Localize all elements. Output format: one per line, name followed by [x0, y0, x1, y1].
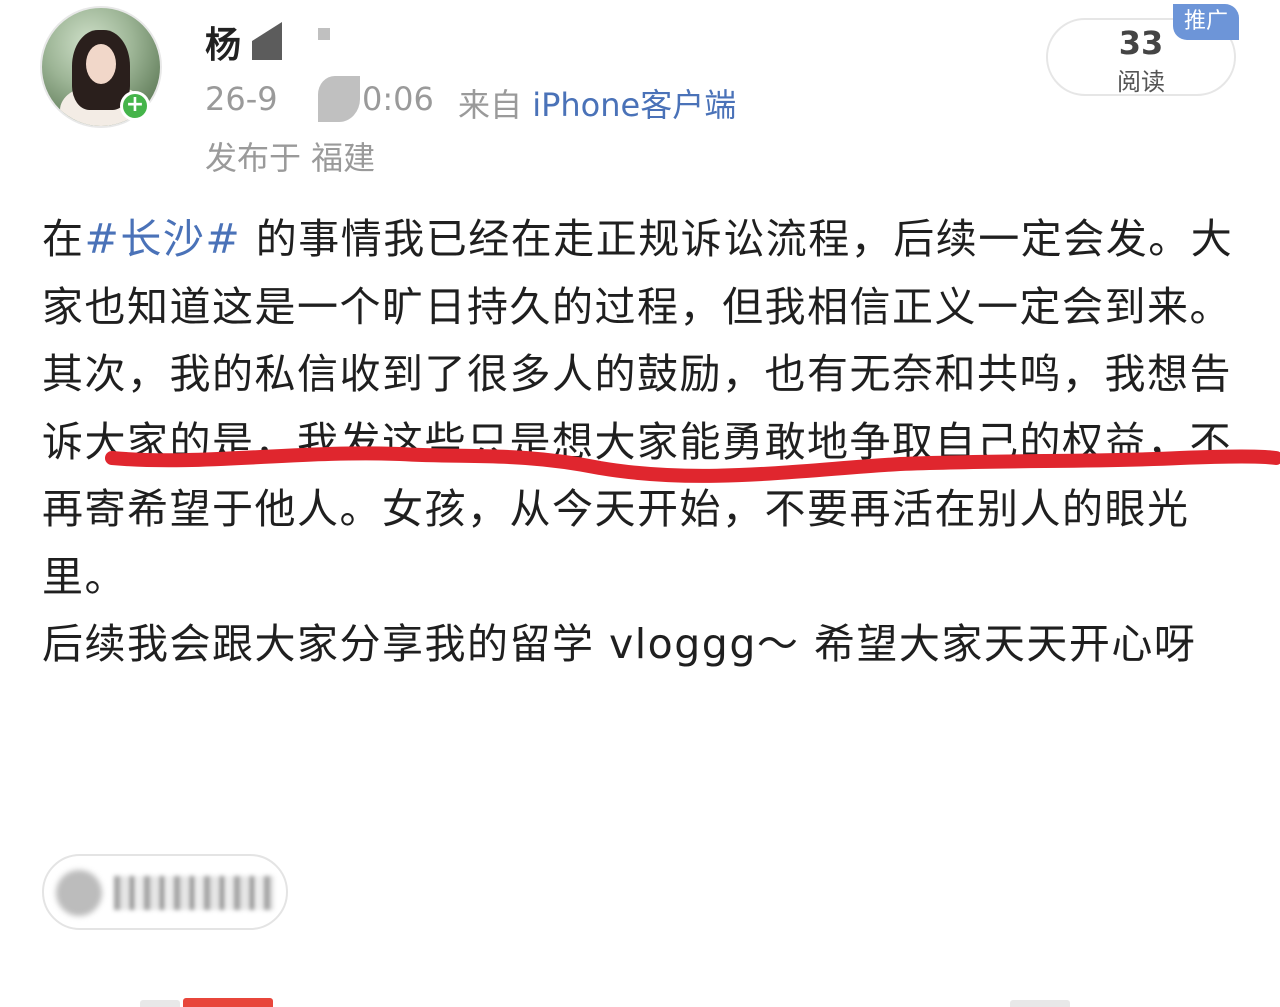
paragraph-3: 后续我会跟大家分享我的留学 vloggg～ 希望大家天天开心呀 — [42, 620, 1197, 668]
bottom-tab-hint-2 — [1010, 1000, 1070, 1007]
bottom-tab-indicator — [183, 998, 273, 1007]
source-client-link[interactable]: iPhone客户端 — [532, 86, 736, 124]
username-redaction — [252, 22, 282, 60]
username[interactable]: 杨 — [205, 16, 242, 68]
blurred-avatar — [56, 870, 102, 916]
follow-plus-icon[interactable]: + — [120, 91, 150, 121]
post-time: 0:06 — [362, 80, 434, 118]
date-redaction-shadow — [318, 76, 360, 122]
post-source: 来自 iPhone客户端 — [458, 80, 736, 126]
blurred-reaction-chip[interactable] — [42, 854, 288, 930]
avatar-figure-face — [86, 44, 116, 84]
post-date: 26-9 — [205, 80, 278, 118]
post-location: 发布于 福建 — [205, 139, 376, 177]
blurred-label — [114, 876, 274, 910]
paragraph-1-lead: 在 — [42, 215, 85, 263]
source-prefix: 来自 — [458, 86, 523, 124]
weibo-post-screen: + 杨 26-9 0:06 来自 iPhone客户端 发布于 福建 33 阅读 … — [0, 0, 1280, 1007]
promo-tag[interactable]: 推广 — [1173, 4, 1239, 40]
username-redaction-2 — [318, 28, 330, 40]
hashtag-link[interactable]: #长沙# — [85, 215, 242, 263]
paragraph-2: 其次，我的私信收到了很多人的鼓励，也有无奈和共鸣，我想告诉大家的是，我发这些只是… — [42, 350, 1232, 601]
paragraph-1: 在#长沙# 的事情我已经在走正规诉讼流程，后续一定会发。大家也知道这是一个旷日持… — [42, 206, 1252, 341]
bottom-tab-hint-1 — [140, 1000, 180, 1007]
post-body: 在#长沙# 的事情我已经在走正规诉讼流程，后续一定会发。大家也知道这是一个旷日持… — [42, 206, 1252, 679]
read-label: 阅读 — [1117, 68, 1165, 96]
